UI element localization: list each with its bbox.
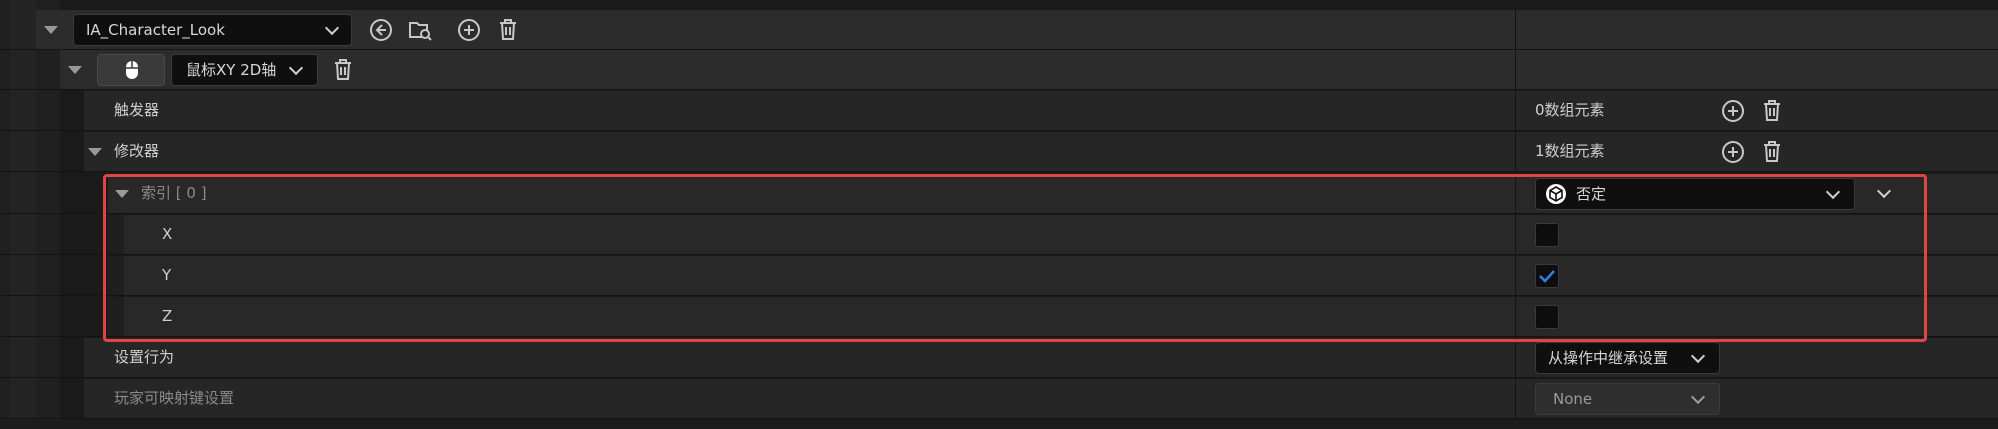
bottom-strip: [0, 420, 1998, 429]
collapse-arrow-icon[interactable]: [115, 190, 129, 198]
delete-icon[interactable]: [1759, 139, 1785, 165]
browse-back-icon[interactable]: [368, 17, 394, 43]
index-row: 索引 [ 0 ] 否定: [0, 174, 1998, 214]
action-name: IA_Character_Look: [86, 21, 225, 39]
chevron-down-icon: [1690, 389, 1706, 405]
axis-row-x: X: [0, 215, 1998, 255]
collapse-arrow-icon[interactable]: [88, 148, 102, 156]
delete-icon[interactable]: [1759, 98, 1785, 124]
behavior-row: 设置行为 从操作中继承设置: [0, 338, 1998, 378]
modifiers-label: 修改器: [114, 142, 160, 160]
modifiers-row: 修改器 1数组元素: [0, 132, 1998, 172]
axis-z-checkbox[interactable]: [1535, 305, 1559, 329]
axis-x-checkbox[interactable]: [1535, 223, 1559, 247]
mapping-row: 鼠标XY 2D轴: [0, 50, 1998, 90]
modifier-value: 否定: [1576, 185, 1607, 203]
behavior-select[interactable]: 从操作中继承设置: [1535, 342, 1720, 374]
triggers-row: 触发器 0数组元素: [0, 91, 1998, 131]
player-mappable-select[interactable]: None: [1535, 383, 1720, 415]
modifier-class-icon: [1546, 184, 1566, 204]
axis-row-y: Y: [0, 256, 1998, 296]
chevron-down-icon: [1825, 184, 1841, 200]
behavior-value: 从操作中继承设置: [1548, 349, 1669, 367]
delete-icon[interactable]: [330, 57, 356, 83]
index-label: 索引 [ 0 ]: [141, 184, 207, 202]
delete-icon[interactable]: [495, 17, 521, 43]
details-panel: IA_Character_Look 鼠标XY 2D轴 触发器 0数组元素 修改器…: [0, 0, 1998, 429]
player-mappable-value: None: [1553, 390, 1593, 408]
chevron-down-icon: [288, 60, 304, 76]
action-select[interactable]: IA_Character_Look: [73, 14, 352, 46]
browse-asset-icon[interactable]: [407, 17, 433, 43]
add-icon[interactable]: [456, 17, 482, 43]
behavior-label: 设置行为: [114, 348, 175, 366]
axis-label-z: Z: [162, 307, 173, 325]
collapse-arrow-icon[interactable]: [44, 26, 58, 34]
axis-label-x: X: [162, 225, 173, 243]
add-icon[interactable]: [1720, 98, 1746, 124]
checkmark-icon: [1539, 270, 1555, 283]
axis-row-z: Z: [0, 297, 1998, 337]
modifiers-count: 1数组元素: [1535, 142, 1605, 160]
chevron-down-icon: [1690, 348, 1706, 364]
mouse-icon: [126, 61, 138, 79]
triggers-label: 触发器: [114, 101, 160, 119]
player-mappable-row: 玩家可映射键设置 None: [0, 379, 1998, 419]
modifier-select[interactable]: 否定: [1535, 178, 1855, 210]
axis-label-y: Y: [162, 266, 172, 284]
triggers-count: 0数组元素: [1535, 101, 1605, 119]
chevron-down-icon: [324, 20, 340, 36]
collapse-arrow-icon[interactable]: [68, 66, 82, 74]
action-row: IA_Character_Look: [0, 10, 1998, 50]
key-name: 鼠标XY 2D轴: [186, 61, 277, 79]
key-capture-button[interactable]: [97, 54, 165, 86]
add-icon[interactable]: [1720, 139, 1746, 165]
player-mappable-label: 玩家可映射键设置: [114, 389, 235, 407]
key-select[interactable]: 鼠标XY 2D轴: [171, 54, 318, 86]
axis-y-checkbox[interactable]: [1535, 264, 1559, 288]
